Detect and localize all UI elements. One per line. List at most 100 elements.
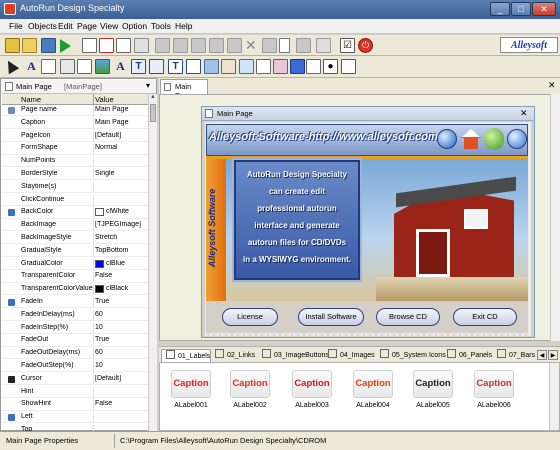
radio-tool-icon[interactable]: ● [323, 59, 338, 74]
property-row[interactable]: FadeInDelay(ms) 60 [2, 309, 148, 321]
menu-objects[interactable]: Objects [28, 21, 57, 31]
palette-tab-images[interactable]: 04_Images [324, 349, 375, 362]
palette-item[interactable]: Caption ALabel003 [285, 370, 339, 424]
palette-tab-labels[interactable]: 01_Labels [161, 349, 211, 363]
property-row[interactable]: FadeOutDelay(ms) 60 [2, 348, 148, 360]
property-row[interactable]: BackImageStyle Stretch [2, 233, 148, 245]
power-icon[interactable]: ⏻ [358, 38, 373, 53]
tab-main-page[interactable]: Main Page [16, 82, 52, 91]
menu-page[interactable]: Page [77, 21, 97, 31]
browse-cd-button[interactable]: Browse CD [376, 308, 440, 326]
scroll-thumb[interactable] [150, 104, 156, 122]
property-row[interactable]: TransparentColorValue clBlack [2, 284, 148, 296]
property-row[interactable]: BorderStyle Single [2, 169, 148, 181]
property-row[interactable]: FadeIn True [2, 297, 148, 309]
property-row[interactable]: Left [2, 412, 148, 424]
property-value[interactable]: [Default] [95, 132, 147, 139]
property-value[interactable]: False [95, 272, 147, 279]
align-icon[interactable] [262, 38, 277, 53]
property-value[interactable]: 10 [95, 324, 147, 331]
palette-item[interactable]: Caption ALabel001 [164, 370, 218, 424]
close-button[interactable]: ✕ [532, 2, 556, 16]
menu-tools[interactable]: Tools [151, 21, 171, 31]
property-value[interactable]: [Default] [95, 375, 147, 382]
page-properties-icon[interactable] [116, 38, 131, 53]
page-window-close-icon[interactable]: ✕ [520, 108, 528, 119]
info-box[interactable]: AutoRun Design Specialty can create edit p… [234, 160, 360, 280]
property-value[interactable]: Stretch [95, 234, 147, 241]
property-row[interactable]: Staytime(s) [2, 181, 148, 193]
property-value[interactable]: 60 [95, 349, 147, 356]
menu-help[interactable]: Help [175, 21, 192, 31]
property-value[interactable]: TopBottom [95, 247, 147, 254]
property-value[interactable]: 60 [95, 311, 147, 318]
header-banner[interactable]: Alleysoft Software-http://www.alleysoft.… [206, 124, 528, 156]
paste-icon[interactable] [191, 38, 206, 53]
lock-icon[interactable] [296, 38, 311, 53]
property-value[interactable]: Single [95, 170, 147, 177]
delete-icon[interactable]: ✕ [245, 37, 257, 54]
scroll-up-icon[interactable]: ▲ [149, 94, 157, 103]
palette-tab-panels[interactable]: 06_Panels [443, 349, 492, 362]
close-doc-icon[interactable]: ✕ [548, 80, 556, 91]
property-row[interactable]: Caption Main Page [2, 117, 148, 129]
copy-icon[interactable] [173, 38, 188, 53]
palette-tab-imagebuttons[interactable]: 03_ImageButtons [258, 349, 329, 362]
property-row[interactable]: Hint [2, 386, 148, 398]
property-row[interactable]: Page name Main Page [2, 105, 148, 117]
label-tool-icon[interactable]: A [24, 59, 39, 74]
cut-icon[interactable] [155, 38, 170, 53]
palette-tab-system-icons[interactable]: 05_System Icons [376, 349, 446, 362]
side-banner[interactable]: Alleysoft Software [206, 159, 226, 301]
property-row[interactable]: GradualColor clBlue [2, 258, 148, 270]
shortcut-tool-icon[interactable] [273, 59, 288, 74]
apple-icon[interactable] [484, 128, 504, 150]
property-value[interactable]: Normal [95, 144, 147, 151]
edit-tool-icon[interactable] [77, 59, 92, 74]
property-row[interactable]: ShowHint False [2, 399, 148, 411]
movie-tool-icon[interactable] [239, 59, 254, 74]
palette-tab-links[interactable]: 02_Links [211, 349, 257, 362]
zoom-tool-icon[interactable] [256, 59, 271, 74]
doc-tab-main-page[interactable]: Main Page [160, 79, 208, 100]
property-value[interactable]: Main Page [95, 106, 147, 113]
minimize-button[interactable]: _ [490, 2, 510, 16]
home-icon[interactable] [461, 129, 481, 149]
exit-cd-button[interactable]: Exit CD [453, 308, 517, 326]
property-row[interactable]: TransparentColor False [2, 271, 148, 283]
new-page-icon[interactable] [82, 38, 97, 53]
image-tool-icon[interactable] [95, 59, 110, 74]
link-tool-icon[interactable] [41, 59, 56, 74]
palette-item[interactable]: Caption ALabel006 [467, 370, 521, 424]
property-value[interactable]: [TJPEGImage] [95, 221, 147, 228]
property-row[interactable]: GradualStyle TopBottom [2, 245, 148, 257]
license-button[interactable]: License [222, 308, 278, 326]
menu-edit[interactable]: Edit [58, 21, 73, 31]
palette-tab-bars[interactable]: 07_Bars [493, 349, 537, 362]
world-icon[interactable] [507, 129, 527, 149]
button-tool-icon[interactable] [60, 59, 75, 74]
menu-option[interactable]: Option [122, 21, 147, 31]
page-icon[interactable] [279, 38, 290, 53]
palette-item[interactable]: Caption ALabel002 [223, 370, 277, 424]
property-row[interactable]: BackColor clWhite [2, 207, 148, 219]
duplicate-icon[interactable] [209, 38, 224, 53]
run-icon[interactable] [60, 39, 71, 53]
property-row[interactable]: ClickContinue [2, 194, 148, 206]
pointer-tool-icon[interactable] [2, 57, 20, 75]
property-row[interactable]: FormShape Normal [2, 143, 148, 155]
property-row[interactable]: FadeOut True [2, 335, 148, 347]
wizard-icon[interactable] [5, 38, 20, 53]
property-row[interactable]: BackImage [TJPEGImage] [2, 220, 148, 232]
menu-view[interactable]: View [100, 21, 118, 31]
music-tool-icon[interactable] [221, 59, 236, 74]
tab-main-page-id[interactable]: [MainPage] [64, 82, 102, 91]
menu-file[interactable]: File [9, 21, 23, 31]
canvas-scrollbar[interactable] [550, 94, 560, 341]
list-tool-icon[interactable] [186, 59, 201, 74]
globe-icon[interactable] [437, 129, 457, 149]
page-export-icon[interactable] [134, 38, 149, 53]
text-tool-icon[interactable]: A [113, 59, 128, 74]
palette-item[interactable]: Caption ALabel004 [346, 370, 400, 424]
bring-front-icon[interactable] [316, 38, 331, 53]
